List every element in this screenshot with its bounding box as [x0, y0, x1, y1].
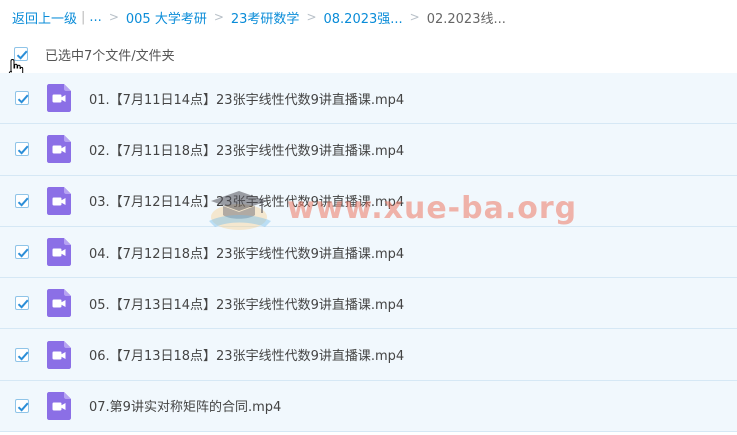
- check-icon: [17, 248, 29, 258]
- file-row[interactable]: 01.【7月11日14点】23张宇线性代数9讲直播课.mp4: [0, 73, 737, 125]
- select-all-bar: 已选中7个文件/文件夹: [0, 38, 737, 70]
- breadcrumb-item-2[interactable]: 23考研数学: [231, 8, 300, 27]
- breadcrumb-ellipsis[interactable]: ...: [89, 10, 101, 25]
- file-checkbox[interactable]: [15, 245, 29, 260]
- video-file-icon: [47, 186, 71, 215]
- file-row[interactable]: 06.【7月13日18点】23张宇线性代数9讲直播课.mp4: [0, 329, 737, 381]
- video-file-icon: [47, 289, 71, 318]
- file-row[interactable]: 03.【7月12日14点】23张宇线性代数9讲直播课.mp4: [0, 175, 737, 227]
- breadcrumb-item-1[interactable]: 005 大学考研: [126, 8, 207, 27]
- file-row[interactable]: 02.【7月11日18点】23张宇线性代数9讲直播课.mp4: [0, 124, 737, 176]
- video-file-icon: [47, 238, 71, 267]
- chevron-right-icon: >: [108, 10, 119, 24]
- file-name[interactable]: 03.【7月12日14点】23张宇线性代数9讲直播课.mp4: [89, 191, 404, 210]
- file-name[interactable]: 02.【7月11日18点】23张宇线性代数9讲直播课.mp4: [89, 140, 404, 159]
- video-file-icon: [47, 391, 71, 420]
- file-name[interactable]: 06.【7月13日18点】23张宇线性代数9讲直播课.mp4: [89, 345, 404, 364]
- check-icon: [17, 299, 29, 309]
- video-file-icon: [47, 84, 71, 113]
- video-file-icon: [47, 340, 71, 369]
- file-checkbox[interactable]: [15, 91, 29, 106]
- breadcrumb-current: 02.2023线...: [426, 11, 506, 27]
- back-link[interactable]: 返回上一级: [12, 8, 77, 27]
- check-icon: [17, 351, 29, 361]
- video-file-icon: [47, 135, 71, 164]
- check-icon: [17, 197, 29, 207]
- chevron-right-icon: >: [213, 10, 224, 24]
- breadcrumb-separator: |: [81, 9, 86, 25]
- file-checkbox[interactable]: [15, 398, 29, 413]
- file-name[interactable]: 07.第9讲实对称矩阵的合同.mp4: [89, 396, 281, 415]
- file-checkbox[interactable]: [15, 296, 29, 311]
- file-checkbox[interactable]: [15, 193, 29, 208]
- file-list: 01.【7月11日14点】23张宇线性代数9讲直播课.mp4 02.【7月11日1…: [0, 73, 737, 433]
- chevron-right-icon: >: [306, 10, 317, 24]
- check-icon: [17, 145, 29, 156]
- file-row[interactable]: 05.【7月13日14点】23张宇线性代数9讲直播课.mp4: [0, 278, 737, 330]
- check-icon: [17, 402, 29, 412]
- chevron-right-icon: >: [409, 10, 420, 24]
- file-checkbox[interactable]: [15, 142, 29, 157]
- breadcrumb-item-3[interactable]: 08.2023强...: [324, 8, 403, 27]
- file-row[interactable]: 04.【7月12日18点】23张宇线性代数9讲直播课.mp4: [0, 226, 737, 279]
- file-name[interactable]: 01.【7月11日14点】23张宇线性代数9讲直播课.mp4: [89, 89, 404, 108]
- file-name[interactable]: 05.【7月13日14点】23张宇线性代数9讲直播课.mp4: [89, 294, 404, 313]
- check-icon: [17, 94, 29, 104]
- selection-count-label: 已选中7个文件/文件夹: [45, 48, 175, 64]
- file-checkbox[interactable]: [15, 347, 29, 362]
- file-row[interactable]: 07.第9讲实对称矩阵的合同.mp4: [0, 380, 737, 433]
- file-name[interactable]: 04.【7月12日18点】23张宇线性代数9讲直播课.mp4: [89, 243, 404, 262]
- breadcrumb: 返回上一级 | ... > 005 大学考研 > 23考研数学 > 08.202…: [12, 7, 506, 27]
